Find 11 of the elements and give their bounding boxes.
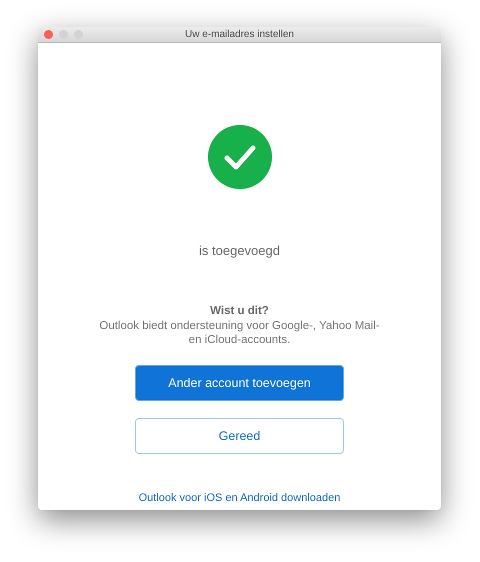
tip-heading: Wist u dit?: [210, 304, 269, 318]
download-link[interactable]: Outlook voor iOS en Android downloaden: [138, 490, 340, 507]
window-title: Uw e-mailadres instellen: [185, 28, 294, 42]
add-account-button[interactable]: Ander account toevoegen: [135, 365, 344, 402]
checkmark-icon: [208, 125, 272, 189]
done-button[interactable]: Gereed: [135, 418, 344, 454]
minimize-icon[interactable]: [59, 30, 68, 39]
zoom-icon[interactable]: [74, 30, 83, 39]
close-icon[interactable]: [44, 30, 53, 39]
tip-text: Outlook biedt ondersteuning voor Google-, Yahoo Mail- en iCloud-accounts.: [98, 320, 381, 348]
status-text: is toegevoegd: [199, 242, 280, 260]
